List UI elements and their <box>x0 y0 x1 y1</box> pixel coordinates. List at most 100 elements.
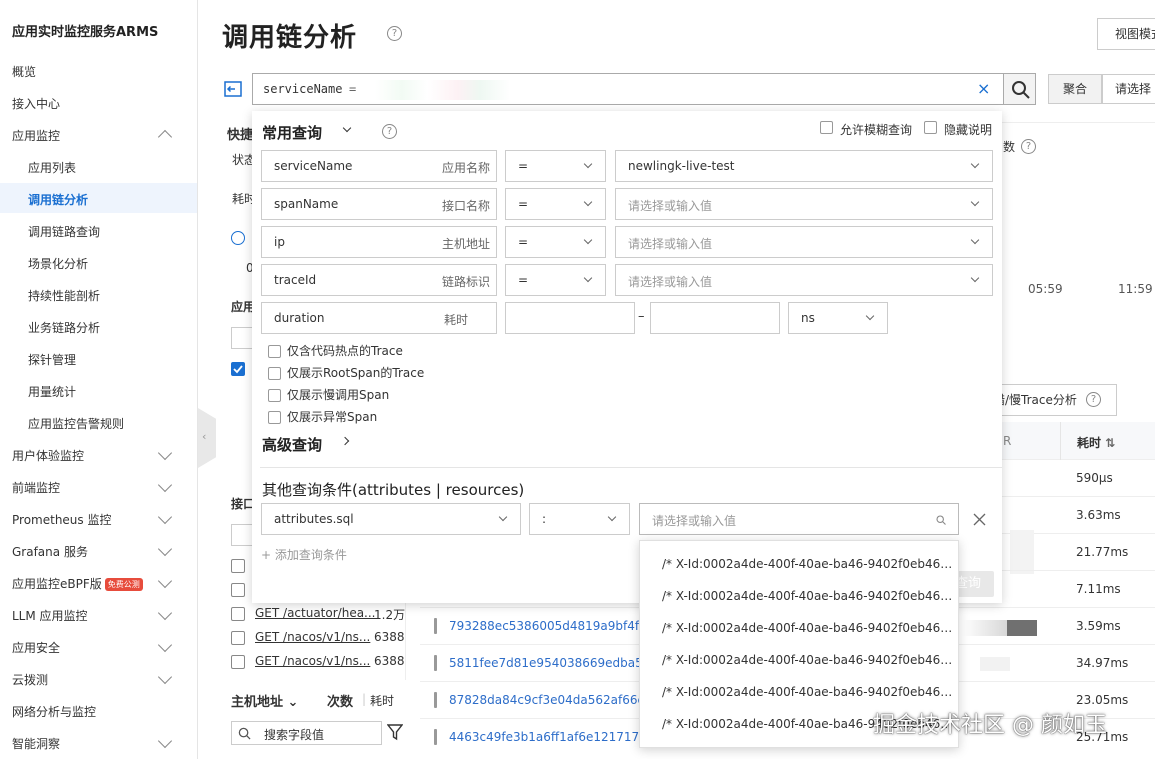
help-icon[interactable]: ? <box>382 124 397 139</box>
sidebar-item-app-monitoring[interactable]: 应用监控 <box>12 127 60 144</box>
row-divider <box>1002 496 1155 497</box>
query-operator: = <box>349 82 357 96</box>
col-header-duration[interactable]: 耗时 ⇅ <box>1077 434 1115 451</box>
app-checkbox[interactable] <box>231 362 245 376</box>
operator-select[interactable]: = <box>505 150 606 182</box>
trace-id-link[interactable]: 793288ec5386005d4819a9bf4fa9 <box>449 619 639 633</box>
value-select[interactable]: newlingk-live-test <box>615 150 993 182</box>
autocomplete-option[interactable]: /* X-Id:0002a4de-400f-40ae-ba46-9402f0eb… <box>662 685 954 699</box>
common-query-title[interactable]: 常用查询 <box>262 122 322 143</box>
select-dropdown[interactable]: 请选择 <box>1102 74 1155 104</box>
attr-value-input[interactable]: 请选择或输入值 <box>639 503 959 535</box>
interface-checkbox[interactable] <box>231 559 245 573</box>
sidebar-item-ebpf[interactable]: 应用监控eBPF版 免费公测 <box>12 575 143 592</box>
search-field-input[interactable]: 搜索字段值 <box>231 721 382 745</box>
sidebar-item-overview[interactable]: 概览 <box>12 63 36 80</box>
field-key-label: traceId <box>274 273 317 287</box>
trace-id-link[interactable]: 87828da84c9cf3e04da562af66c5 <box>449 693 639 707</box>
view-mode-button[interactable]: 视图模式 <box>1097 18 1155 50</box>
sidebar-item-grafana[interactable]: Grafana 服务 <box>12 543 88 560</box>
app-search-box[interactable] <box>231 327 253 349</box>
sidebar-subitem-business-trace[interactable]: 业务链路分析 <box>28 319 100 336</box>
duration-unit-select[interactable]: ns <box>788 302 888 334</box>
sidebar-subitem-trace-query[interactable]: 调用链路查询 <box>28 223 100 240</box>
sidebar-subitem-scenario[interactable]: 场景化分析 <box>28 255 88 272</box>
sidebar-subitem-agent[interactable]: 探针管理 <box>28 351 76 368</box>
aggregate-button[interactable]: 聚合 <box>1048 74 1102 104</box>
autocomplete-option[interactable]: /* X-Id:0002a4de-400f-40ae-ba46-9402f0eb… <box>662 589 954 603</box>
autocomplete-option[interactable]: /* X-Id:0002a4de-400f-40ae-ba46-9402f0eb… <box>662 653 954 667</box>
search-button[interactable] <box>1003 73 1036 105</box>
interface-checkbox[interactable] <box>231 583 245 597</box>
sidebar-item-security[interactable]: 应用安全 <box>12 639 60 656</box>
operator-select[interactable]: = <box>505 226 606 258</box>
field-key-traceid[interactable]: traceId 链路标识 <box>261 264 497 296</box>
add-condition-link[interactable]: + 添加查询条件 <box>261 546 347 563</box>
sidebar-subitem-trace-analysis[interactable]: 调用链分析 <box>28 191 88 208</box>
sidebar-item-ux[interactable]: 用户体验监控 <box>12 447 84 464</box>
interface-checkbox[interactable] <box>231 655 245 669</box>
query-mode-icon[interactable] <box>224 81 242 97</box>
clear-icon[interactable]: × <box>977 79 990 98</box>
filter-icon[interactable] <box>387 724 403 741</box>
field-key-spanname[interactable]: spanName 接口名称 <box>261 188 497 220</box>
field-key-servicename[interactable]: serviceName 应用名称 <box>261 150 497 182</box>
advanced-query-title[interactable]: 高级查询 <box>262 434 322 455</box>
duration-max-input[interactable] <box>650 302 780 334</box>
duration-column[interactable]: 耗时 <box>370 692 394 709</box>
sidebar-item-network[interactable]: 网络分析与监控 <box>12 703 96 720</box>
field-key-ip[interactable]: ip 主机地址 <box>261 226 497 258</box>
chevron-down-icon <box>157 509 173 525</box>
sidebar-subitem-app-list[interactable]: 应用列表 <box>28 159 76 176</box>
interface-checkbox[interactable] <box>231 607 245 621</box>
sidebar-item-access-center[interactable]: 接入中心 <box>12 95 60 112</box>
sidebar-collapse-handle[interactable]: ‹ <box>198 408 216 468</box>
checkbox-error-span[interactable]: 仅展示异常Span <box>268 408 377 425</box>
range-slider-handle[interactable] <box>231 231 245 245</box>
sidebar-item-insight[interactable]: 智能洞察 <box>12 735 60 752</box>
checkbox-slow-span[interactable]: 仅展示慢调用Span <box>268 386 389 403</box>
hide-desc-checkbox[interactable] <box>924 121 937 134</box>
count-column[interactable]: 次数 <box>327 691 353 710</box>
search-input[interactable]: serviceName = × <box>252 73 1004 105</box>
sidebar-subitem-alert-rules[interactable]: 应用监控告警规则 <box>28 415 124 432</box>
interface-name[interactable]: GET /nacos/v1/ns... <box>255 630 370 644</box>
sidebar-item-llm[interactable]: LLM 应用监控 <box>12 607 88 624</box>
trace-id-link[interactable]: 4463c49fe3b1a6ff1af6e121717bf9 <box>449 730 639 744</box>
panel-divider <box>260 467 1002 468</box>
operator-select[interactable]: = <box>505 188 606 220</box>
value-select[interactable]: 请选择或输入值 <box>615 264 993 296</box>
sidebar-item-dialtest[interactable]: 云拨测 <box>12 671 48 688</box>
sidebar-subitem-profiling[interactable]: 持续性能剖析 <box>28 287 100 304</box>
value-select[interactable]: 请选择或输入值 <box>615 188 993 220</box>
slow-trace-analysis-button[interactable]: 错/慢Trace分析? <box>982 384 1117 416</box>
operator-select[interactable]: = <box>505 264 606 296</box>
checkbox-rootspan[interactable]: 仅展示RootSpan的Trace <box>268 364 424 381</box>
help-icon[interactable]: ? <box>1021 139 1036 154</box>
autocomplete-option[interactable]: /* X-Id:0002a4de-400f-40ae-ba46-9402f0eb… <box>662 557 954 571</box>
interface-search-box[interactable] <box>231 524 253 546</box>
fuzzy-query-checkbox[interactable] <box>820 121 833 134</box>
chevron-down-icon <box>583 159 593 169</box>
attr-key-select[interactable]: attributes.sql <box>261 503 521 535</box>
value-select[interactable]: 请选择或输入值 <box>615 226 993 258</box>
checkbox-code-hotspot[interactable]: 仅含代码热点的Trace <box>268 342 403 359</box>
interface-name[interactable]: GET /actuator/hea... <box>255 606 376 620</box>
sidebar-item-frontend[interactable]: 前端监控 <box>12 479 60 496</box>
attr-operator-select[interactable]: : <box>529 503 630 535</box>
operator-value: = <box>518 235 529 249</box>
chevron-down-icon[interactable] <box>342 123 352 133</box>
host-address-dropdown[interactable]: 主机地址 ⌄ <box>231 691 298 710</box>
remove-condition-icon[interactable] <box>973 513 986 526</box>
interface-checkbox[interactable] <box>231 631 245 645</box>
help-icon[interactable]: ? <box>387 26 402 41</box>
sidebar-item-prometheus[interactable]: Prometheus 监控 <box>12 511 111 528</box>
duration-min-input[interactable] <box>505 302 635 334</box>
interface-name[interactable]: GET /nacos/v1/ns... <box>255 654 370 668</box>
sidebar-subitem-usage[interactable]: 用量统计 <box>28 383 76 400</box>
autocomplete-option[interactable]: /* X-Id:0002a4de-400f-40ae-ba46-9402f0eb… <box>662 621 954 635</box>
trace-id-link[interactable]: 5811fee7d81e954038669edba5d3 <box>449 656 639 670</box>
field-key-duration[interactable]: duration 耗时 <box>261 302 497 334</box>
query-panel: 常用查询 ? 允许模糊查询 隐藏说明 serviceName 应用名称 = ne… <box>252 111 1002 603</box>
chevron-right-icon[interactable] <box>340 436 350 446</box>
